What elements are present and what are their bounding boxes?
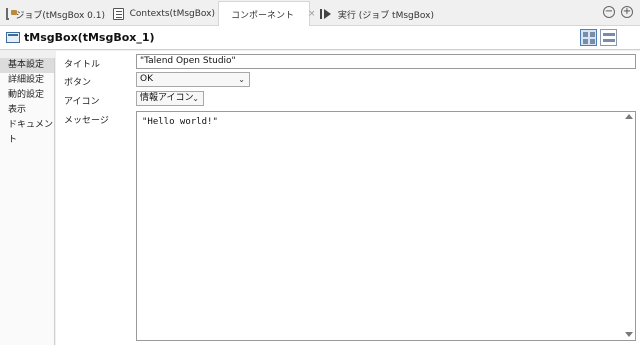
icon-label: アイコン xyxy=(64,97,100,107)
maximize-icon[interactable]: + xyxy=(621,6,633,18)
component-title: tMsgBox(tMsgBox_1) xyxy=(24,31,155,44)
chevron-down-icon: ⌄ xyxy=(192,94,199,103)
sidebar-item-dynamic-settings[interactable]: 動的設定 xyxy=(0,88,54,103)
grid-view-button[interactable] xyxy=(580,29,597,46)
list-view-button[interactable] xyxy=(600,29,617,46)
sidebar-item-documentation[interactable]: ドキュメント xyxy=(0,118,54,145)
component-header: tMsgBox(tMsgBox_1) xyxy=(0,26,640,50)
chevron-down-icon: ⌄ xyxy=(238,75,245,84)
button-label: ボタン xyxy=(64,78,92,88)
message-text: "Hello world!" xyxy=(142,117,218,127)
button-select-value: OK xyxy=(140,74,153,84)
tab-job[interactable]: ジョブ(tMsgBox 0.1) xyxy=(0,2,105,26)
tab-run-label: 実行 (ジョブ tMsgBox) xyxy=(337,10,434,21)
message-box-icon xyxy=(6,32,20,43)
icon-select[interactable]: 情報アイコン ⌄ xyxy=(136,91,204,106)
button-select[interactable]: OK ⌄ xyxy=(136,72,250,87)
tab-contexts-label: Contexts(tMsgBox) xyxy=(129,9,215,19)
message-label: メッセージ xyxy=(64,116,109,126)
title-input[interactable]: "Talend Open Studio" xyxy=(136,54,636,69)
message-textarea[interactable]: "Hello world!" xyxy=(136,111,636,341)
settings-sidebar: 基本設定 詳細設定 動的設定 表示 ドキュメント xyxy=(0,58,55,345)
tab-contexts[interactable]: Contexts(tMsgBox) xyxy=(107,2,215,26)
job-icon xyxy=(6,8,19,20)
contexts-icon xyxy=(113,8,124,20)
minimize-icon[interactable]: − xyxy=(603,6,615,18)
icon-select-value: 情報アイコン xyxy=(140,93,194,103)
run-icon xyxy=(320,8,332,20)
title-label: タイトル xyxy=(64,60,101,70)
tab-job-label: ジョブ(tMsgBox 0.1) xyxy=(15,10,105,21)
tab-component-label: コンポーネント xyxy=(231,10,295,21)
basic-settings-form: タイトル "Talend Open Studio" ボタン OK ⌄ アイコン … xyxy=(56,51,640,345)
scroll-up-arrow-icon[interactable] xyxy=(625,114,633,119)
scroll-down-arrow-icon[interactable] xyxy=(625,332,633,337)
sidebar-item-advanced-settings[interactable]: 詳細設定 xyxy=(0,73,54,88)
tab-run[interactable]: 実行 (ジョブ tMsgBox) xyxy=(314,2,434,26)
sidebar-item-basic-settings[interactable]: 基本設定 xyxy=(0,58,54,73)
tab-component[interactable]: コンポーネント × xyxy=(218,1,316,26)
editor-tab-bar: ジョブ(tMsgBox 0.1) Contexts(tMsgBox) コンポーネ… xyxy=(0,0,640,26)
sidebar-item-view[interactable]: 表示 xyxy=(0,103,54,118)
